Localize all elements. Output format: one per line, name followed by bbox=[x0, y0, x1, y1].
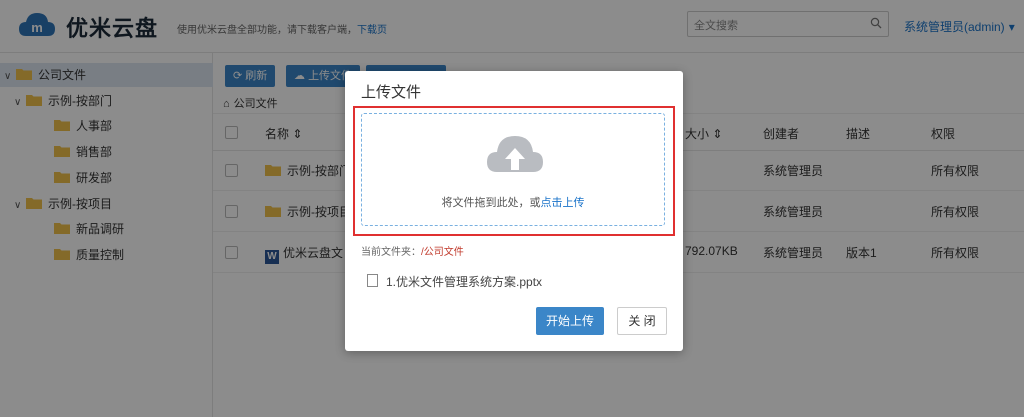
queued-file-name: 1.优米文件管理系统方案.pptx bbox=[386, 275, 543, 289]
file-drop-zone[interactable]: 将文件拖到此处，或点击上传 bbox=[361, 113, 665, 226]
upload-dialog: 上传文件 将文件拖到此处，或点击上传 当前文件夹：/公司文件 1.优米文件管理系… bbox=[345, 71, 683, 351]
current-folder-path: /公司文件 bbox=[421, 247, 464, 258]
dialog-title: 上传文件 bbox=[361, 84, 422, 101]
current-folder-label: 当前文件夹： bbox=[361, 247, 421, 258]
start-upload-button[interactable]: 开始上传 bbox=[536, 307, 604, 335]
cloud-upload-icon bbox=[487, 136, 543, 172]
current-folder: 当前文件夹：/公司文件 bbox=[361, 243, 464, 258]
drop-hint-text: 将文件拖到此处，或 bbox=[441, 197, 541, 209]
close-button[interactable]: 关 闭 bbox=[617, 307, 667, 335]
drop-hint: 将文件拖到此处，或点击上传 bbox=[362, 194, 664, 210]
queued-file: 1.优米文件管理系统方案.pptx bbox=[367, 273, 542, 290]
click-upload-link[interactable]: 点击上传 bbox=[541, 197, 585, 209]
document-icon bbox=[367, 274, 378, 287]
